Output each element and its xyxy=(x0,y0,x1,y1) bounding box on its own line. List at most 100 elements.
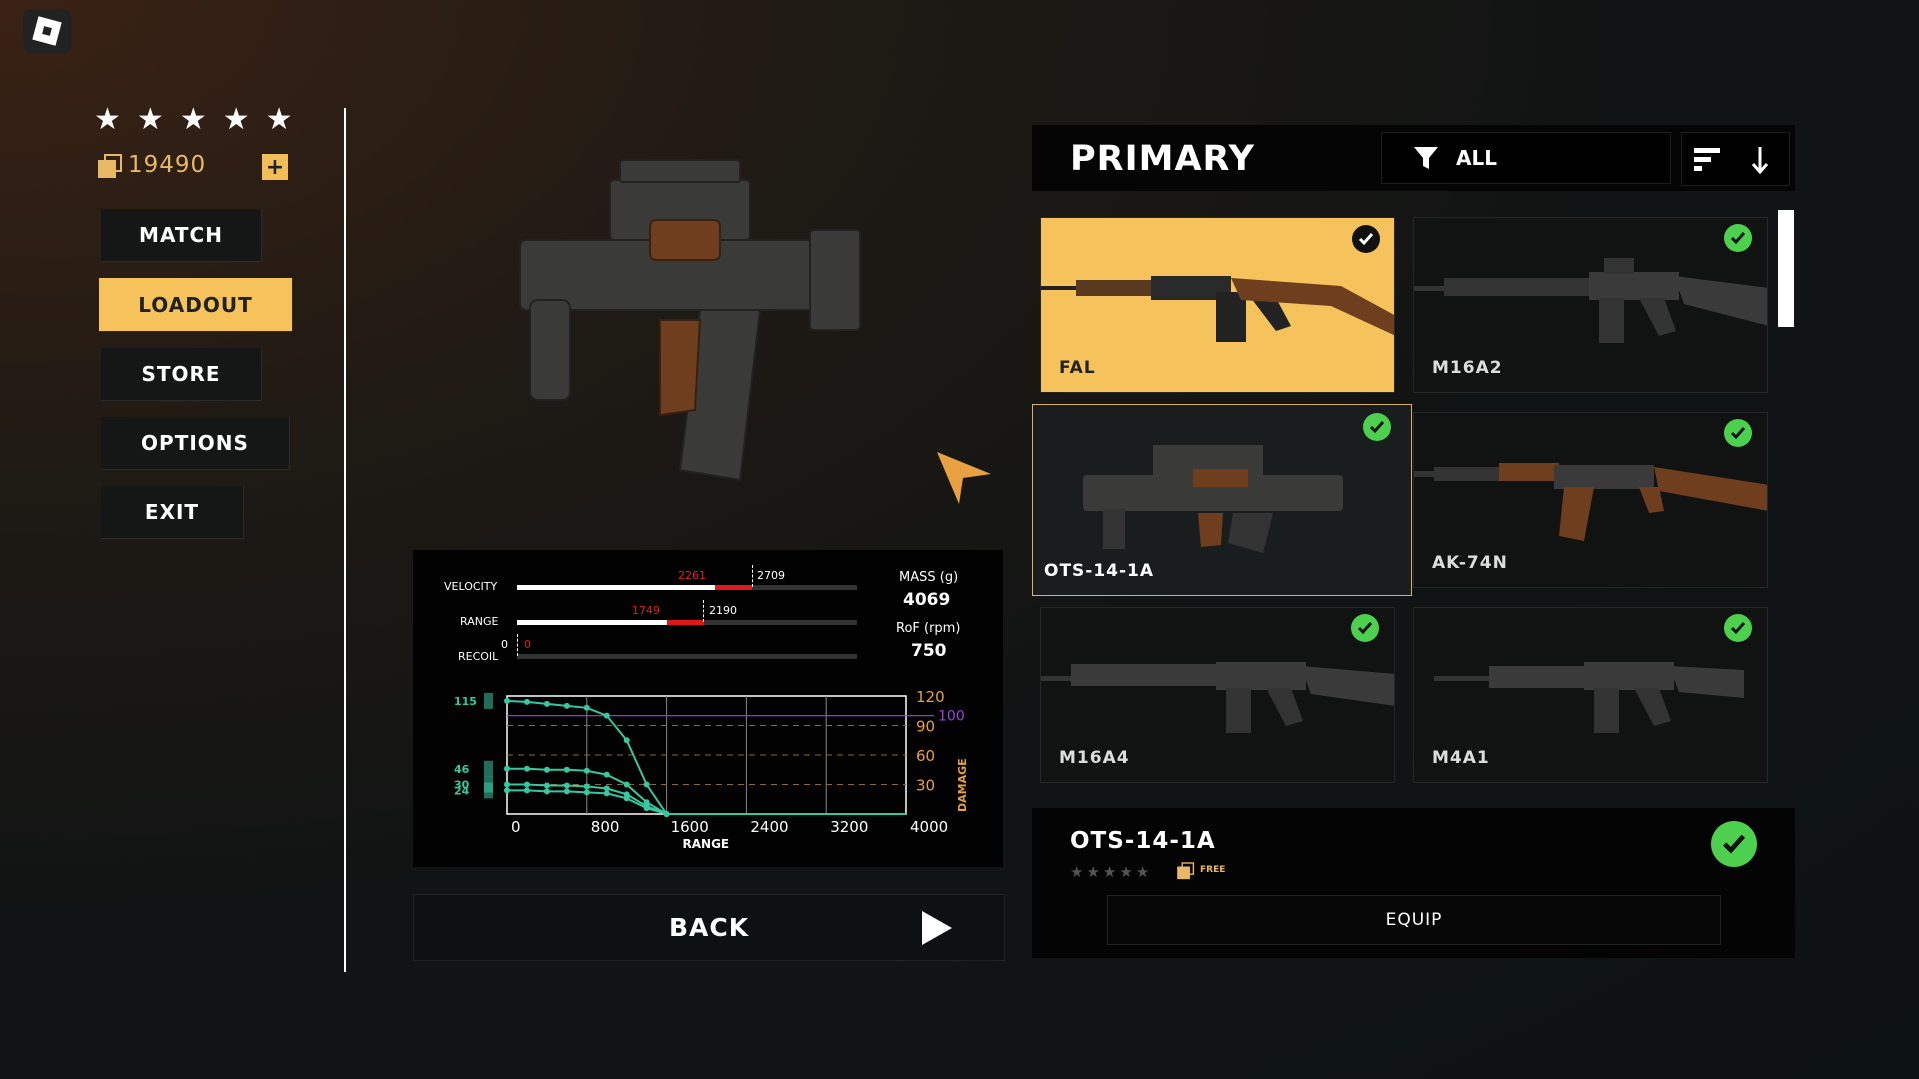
menu-store-button[interactable]: STORE xyxy=(101,348,262,401)
damage-data-point xyxy=(623,737,630,744)
play-arrow-icon xyxy=(922,911,952,945)
star-icon: ★ xyxy=(1086,863,1100,881)
damage-data-point xyxy=(543,766,550,773)
sort-button[interactable] xyxy=(1681,132,1790,186)
y-tick-label: 120 xyxy=(916,688,945,706)
damage-data-point xyxy=(523,781,530,788)
weapon-card-ots-14-1a[interactable]: OTS-14-1A xyxy=(1032,404,1412,596)
damage-data-point xyxy=(583,704,590,711)
weapon-stats-panel: VELOCITY 2261 2709 RANGE 1749 2190 RECOI… xyxy=(413,550,1003,867)
y-tick-label: 90 xyxy=(916,718,935,736)
star-icon: ★ xyxy=(1102,863,1117,881)
currency-icon xyxy=(98,154,122,178)
damage-data-point xyxy=(563,788,570,795)
primary-header: PRIMARY ALL xyxy=(1032,125,1795,191)
sidebar-divider xyxy=(344,108,346,972)
owned-check-icon xyxy=(1352,225,1380,253)
x-tick-label: 1600 xyxy=(671,818,709,836)
detail-rating-stars: ★ ★ ★ ★ ★ xyxy=(1070,863,1149,881)
menu-exit-button[interactable]: EXIT xyxy=(101,486,244,539)
damage-data-point xyxy=(543,700,550,707)
currency-display: 19490 xyxy=(98,152,206,178)
weapon-image-m16a2 xyxy=(1414,258,1767,343)
weapon-detail-panel: OTS-14-1A ★ ★ ★ ★ ★ FREE EQUIP xyxy=(1032,808,1795,958)
x-tick-label: 2400 xyxy=(750,818,788,836)
menu-match-button[interactable]: MATCH xyxy=(101,209,262,262)
currency-amount: 19490 xyxy=(128,152,207,178)
damage-data-point xyxy=(583,767,590,774)
weapon-list-scrollbar[interactable] xyxy=(1778,210,1794,327)
price-tag: FREE xyxy=(1174,859,1225,881)
menu-options-button[interactable]: OPTIONS xyxy=(101,417,290,470)
weapon-card-name: M16A4 xyxy=(1059,748,1130,768)
hit-zone-icon xyxy=(484,760,493,777)
owned-check-icon xyxy=(1724,614,1752,642)
weapon-image-m4a1 xyxy=(1434,662,1744,733)
damage-data-point xyxy=(643,781,650,788)
weapon-card-m16a2[interactable]: M16A2 xyxy=(1413,217,1768,393)
weapon-card-name: FAL xyxy=(1059,358,1096,378)
filter-icon xyxy=(1414,147,1438,169)
back-button[interactable]: BACK xyxy=(413,894,1005,961)
damage-start-label: 46 xyxy=(454,763,470,776)
damage-data-point xyxy=(543,788,550,795)
weapon-card-m4a1[interactable]: M4A1 xyxy=(1413,607,1768,783)
owned-check-icon xyxy=(1351,614,1379,642)
weapon-image-m16a4 xyxy=(1041,662,1394,733)
x-tick-label: 800 xyxy=(591,818,620,836)
currency-icon xyxy=(1177,862,1195,880)
cursor-pointer-icon xyxy=(937,452,991,504)
damage-data-point xyxy=(603,712,610,719)
x-tick-label: 4000 xyxy=(910,818,948,836)
damage-data-point xyxy=(563,702,570,709)
y-tick-label: 30 xyxy=(916,777,935,795)
star-icon: ★ xyxy=(94,102,121,137)
hit-zone-icon xyxy=(484,692,493,709)
category-title: PRIMARY xyxy=(1070,139,1255,179)
weapon-preview-image[interactable] xyxy=(510,150,870,500)
damage-data-point xyxy=(643,805,650,812)
menu-loadout-button[interactable]: LOADOUT xyxy=(99,278,293,332)
price-label: FREE xyxy=(1200,865,1226,875)
x-tick-label: 3200 xyxy=(830,818,868,836)
damage-data-point xyxy=(543,782,550,789)
star-icon: ★ xyxy=(136,102,164,137)
roblox-logo-icon[interactable] xyxy=(23,9,71,53)
detail-weapon-name: OTS-14-1A xyxy=(1070,828,1216,854)
damage-data-point xyxy=(563,782,570,789)
reference-line-label: 100 xyxy=(938,709,965,725)
damage-data-point xyxy=(603,771,610,778)
damage-data-point xyxy=(504,765,510,772)
star-icon: ★ xyxy=(1119,863,1133,881)
star-icon: ★ xyxy=(179,102,207,137)
weapon-card-fal[interactable]: FAL xyxy=(1040,217,1395,393)
damage-data-point xyxy=(583,789,590,796)
damage-start-label: 115 xyxy=(454,695,477,708)
add-currency-button[interactable]: + xyxy=(262,154,288,180)
hit-zone-icon xyxy=(484,782,493,799)
damage-data-point xyxy=(523,698,530,705)
weapon-card-name: M4A1 xyxy=(1432,748,1490,768)
damage-data-point xyxy=(623,781,630,788)
star-icon: ★ xyxy=(265,102,293,137)
weapon-card-name: M16A2 xyxy=(1432,358,1503,378)
y-axis-label: DAMAGE xyxy=(956,758,969,812)
weapon-card-ak-74n[interactable]: AK-74N xyxy=(1413,412,1768,588)
weapon-image-ots-14-1a xyxy=(1083,445,1343,553)
filter-label: ALL xyxy=(1456,146,1497,170)
weapon-card-m16a4[interactable]: M16A4 xyxy=(1040,607,1395,783)
damage-data-point xyxy=(504,697,510,704)
damage-data-point xyxy=(504,781,510,788)
weapon-image-ak-74n xyxy=(1414,463,1767,541)
back-label: BACK xyxy=(668,913,750,942)
damage-data-point xyxy=(663,811,670,817)
sort-icon xyxy=(1694,148,1720,171)
damage-series-line xyxy=(506,699,906,815)
weapon-card-name: OTS-14-1A xyxy=(1044,561,1155,581)
y-tick-label: 60 xyxy=(916,747,935,765)
filter-dropdown[interactable]: ALL xyxy=(1381,132,1671,184)
owned-check-icon xyxy=(1363,413,1391,441)
equip-button[interactable]: EQUIP xyxy=(1107,895,1721,945)
damage-start-label: 24 xyxy=(454,784,470,797)
x-axis-label: RANGE xyxy=(683,837,730,851)
